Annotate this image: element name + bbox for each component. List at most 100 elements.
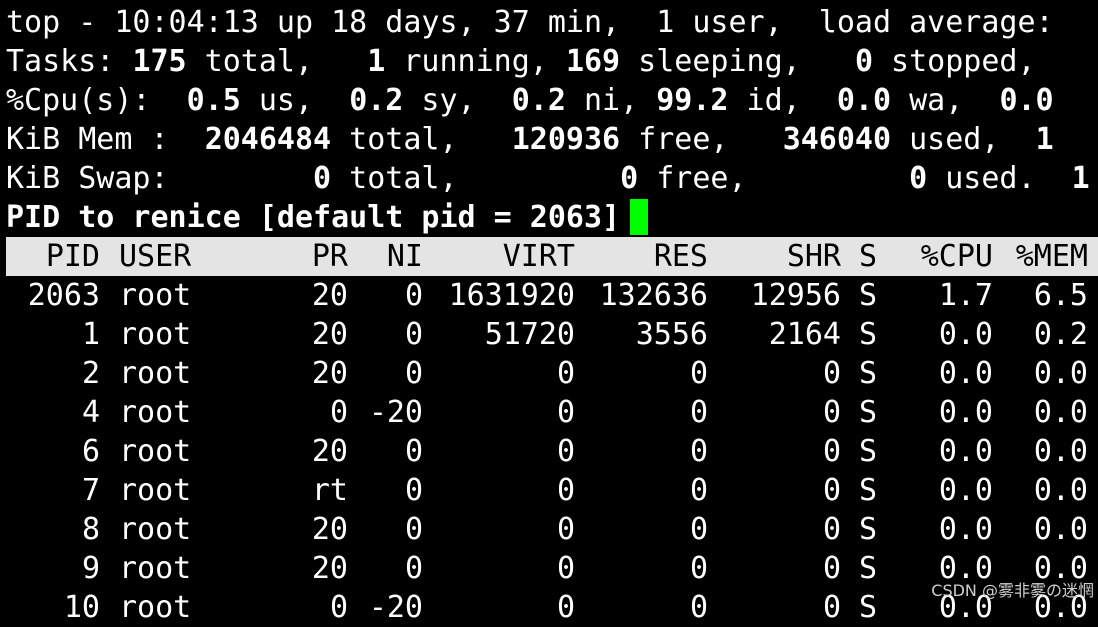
cell-ni: 0 (404, 317, 423, 352)
cell-pid: 7 (81, 473, 100, 508)
cell-virt: 0 (556, 551, 575, 586)
cell-shr: 0 (822, 590, 841, 625)
mem-free: 120936 (511, 122, 621, 157)
table-row[interactable]: 6 root 20 0 0 0 0 S 0.0 0.0 (0, 432, 1098, 471)
cell-mem: 0.0 (1033, 395, 1088, 430)
table-header-row: PID USER PR NI VIRT RES SHR S %CPU %MEM (0, 237, 1098, 276)
cell-user: root (119, 317, 192, 352)
cpu-label: %Cpu(s): (6, 83, 187, 118)
cell-shr: 12956 (750, 278, 841, 313)
cell-cpu: 0.0 (938, 317, 993, 352)
cell-user: root (119, 551, 192, 586)
column-header-virt: VIRT (502, 239, 575, 274)
column-header-user: USER (119, 239, 192, 274)
column-header-pr: PR (311, 239, 348, 274)
cell-cpu: 0.0 (938, 356, 993, 391)
cell-ni: 0 (404, 473, 423, 508)
input-cursor[interactable] (630, 198, 649, 235)
uptime-line: top - 10:04:13 up 18 days, 37 min, 1 use… (6, 5, 1054, 40)
cell-cpu: 0.0 (938, 434, 993, 469)
cpu-wa-label: wa, (891, 83, 1000, 118)
cell-user: root (119, 590, 192, 625)
cell-pr: 20 (311, 512, 348, 547)
cell-mem: 0.0 (1033, 434, 1088, 469)
terminal-window[interactable]: top - 10:04:13 up 18 days, 37 min, 1 use… (0, 0, 1098, 625)
mem-total: 2046484 (204, 122, 332, 157)
cell-state: S (859, 356, 878, 391)
table-row[interactable]: 2063 root 20 0 1631920 132636 12956 S 1.7 6.5 (0, 276, 1098, 315)
table-row[interactable]: 1 root 20 0 51720 3556 2164 S 0.0 0.2 (0, 315, 1098, 354)
cell-mem: 0.0 (1033, 512, 1088, 547)
swap-used: 0 (909, 161, 928, 196)
cell-cpu: 1.7 (938, 278, 993, 313)
cell-state: S (859, 317, 878, 352)
cell-virt: 51720 (484, 317, 575, 352)
cpu-id-label: id, (728, 83, 837, 118)
tasks-stopped: 0 (854, 44, 873, 79)
cpu-sy-label: sy, (403, 83, 512, 118)
swap-used-label: used. (927, 161, 1072, 196)
cpu-sy: 0.2 (349, 83, 404, 118)
cell-user: root (119, 473, 192, 508)
cell-ni: 0 (404, 356, 423, 391)
cell-state: S (859, 434, 878, 469)
tasks-total-label: total, (186, 44, 368, 79)
renice-prompt[interactable]: PID to renice [default pid = 2063] (6, 198, 649, 237)
cell-res: 0 (689, 356, 708, 391)
cell-ni: 0 (404, 551, 423, 586)
cell-user: root (119, 395, 192, 430)
tasks-total: 175 (132, 44, 187, 79)
watermark: CSDN @雾非雾の迷惘 (931, 581, 1094, 600)
mem-total-label: total, (331, 122, 512, 157)
swap-free: 0 (620, 161, 639, 196)
cell-virt: 1631920 (448, 278, 575, 313)
cell-virt: 0 (556, 356, 575, 391)
cell-shr: 0 (822, 512, 841, 547)
cell-state: S (859, 395, 878, 430)
mem-label: KiB Mem : (6, 122, 205, 157)
cell-shr: 2164 (768, 317, 841, 352)
tasks-sleeping: 169 (565, 44, 621, 79)
cpu-line: %Cpu(s): 0.5 us, 0.2 sy, 0.2 ni, 99.2 id… (6, 81, 1054, 120)
tasks-label: Tasks: (6, 44, 133, 79)
cell-cpu: 0.0 (938, 512, 993, 547)
cell-shr: 0 (822, 356, 841, 391)
cpu-id: 99.2 (656, 83, 729, 118)
cell-pr: 0 (329, 590, 348, 625)
tasks-sleeping-label: sleeping, (620, 44, 855, 79)
column-header-ni: NI (386, 239, 423, 274)
table-row[interactable]: 7 root rt 0 0 0 0 S 0.0 0.0 (0, 471, 1098, 510)
cell-pid: 1 (81, 317, 100, 352)
table-row[interactable]: 4 root 0 -20 0 0 0 S 0.0 0.0 (0, 393, 1098, 432)
cell-state: S (859, 551, 878, 586)
column-header-mem: %MEM (1015, 239, 1088, 274)
column-header-res: RES (653, 239, 708, 274)
cell-res: 0 (689, 473, 708, 508)
column-header-pid: PID (45, 239, 100, 274)
cell-pr: 20 (311, 317, 348, 352)
swap-total: 0 (313, 161, 332, 196)
cell-pid: 4 (81, 395, 100, 430)
cell-pr: 0 (329, 395, 348, 430)
renice-prompt-text: PID to renice [default pid = 2063] (6, 200, 621, 235)
cell-res: 0 (689, 551, 708, 586)
column-header-state: S (859, 239, 878, 274)
cell-pr: 20 (311, 551, 348, 586)
swap-label: KiB Swap: (6, 161, 314, 196)
table-row[interactable]: 2 root 20 0 0 0 0 S 0.0 0.0 (0, 354, 1098, 393)
cell-pid: 2063 (27, 278, 100, 313)
cell-cpu: 0.0 (938, 473, 993, 508)
cell-res: 0 (689, 434, 708, 469)
cell-pid: 10 (63, 590, 100, 625)
cell-virt: 0 (556, 590, 575, 625)
column-header-shr: SHR (786, 239, 841, 274)
cell-pid: 9 (81, 551, 100, 586)
cell-ni: -20 (368, 590, 423, 625)
cell-mem: 0.0 (1033, 356, 1088, 391)
cpu-us: 0.5 (186, 83, 241, 118)
cpu-us-label: us, (240, 83, 350, 118)
mem-free-label: free, (620, 122, 783, 157)
table-row[interactable]: 8 root 20 0 0 0 0 S 0.0 0.0 (0, 510, 1098, 549)
cell-res: 0 (689, 395, 708, 430)
cell-pr: 20 (311, 278, 348, 313)
